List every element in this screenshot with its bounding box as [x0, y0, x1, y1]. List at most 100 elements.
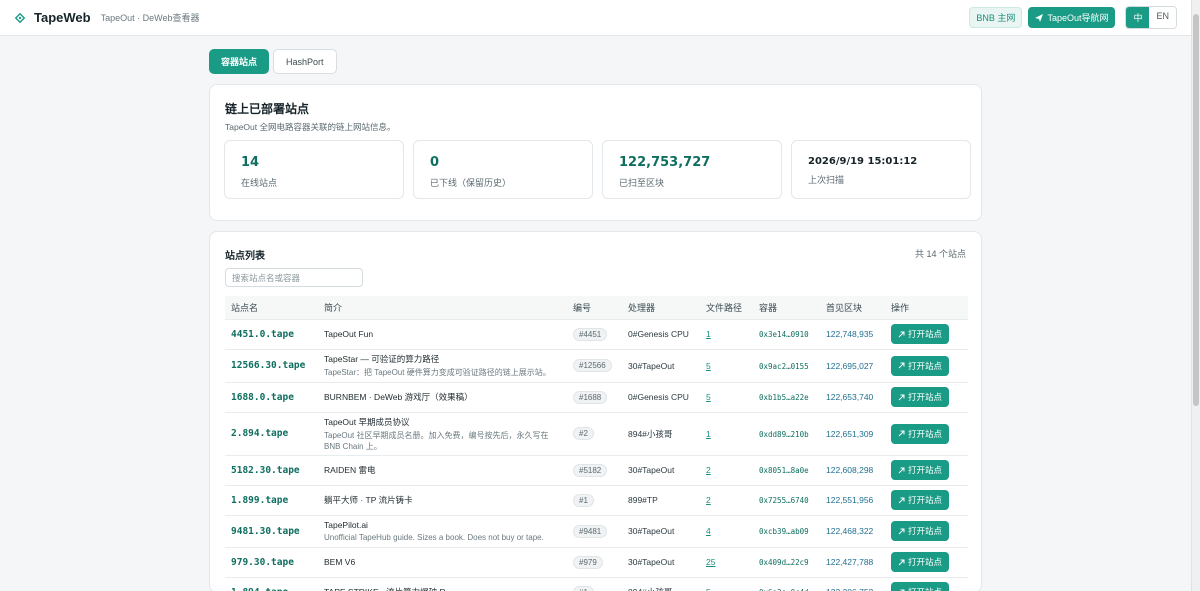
- site-intro-detail: TapeOut 社区早期成员名册。加入免费，编号按先后，永久写在 BNB Cha…: [324, 430, 549, 451]
- summary-title: 链上已部署站点: [225, 102, 310, 116]
- processor: 894#小孩哥: [628, 587, 672, 591]
- table-row: 12566.30.tape TapeStar — 可验证的算力路径 TapeSta…: [225, 348, 968, 382]
- container-address: 0x9ac2…0155: [759, 361, 809, 371]
- lang-zh-button[interactable]: 中: [1126, 7, 1150, 28]
- site-list-title: 站点列表: [225, 251, 265, 262]
- stat-last-scan: 2026/9/19 15:01:12 上次扫描: [791, 140, 971, 199]
- external-link-icon: [898, 362, 905, 369]
- site-number-badge: #1: [573, 493, 594, 507]
- site-intro: TapePilot.ai: [324, 519, 368, 530]
- tab-container-sites[interactable]: 容器站点: [209, 49, 270, 74]
- file-paths-link[interactable]: 5: [706, 392, 711, 402]
- site-number-badge: #979: [573, 555, 603, 569]
- tab-hashport[interactable]: HashPort: [273, 49, 337, 74]
- open-site-button[interactable]: 打开站点: [891, 460, 950, 480]
- file-paths-link[interactable]: 4: [706, 526, 711, 536]
- site-number-badge: #1: [573, 585, 594, 591]
- site-name-link[interactable]: 979.30.tape: [231, 557, 294, 568]
- brand-name: TapeWeb: [34, 10, 91, 25]
- summary-card: 链上已部署站点 TapeOut 全网电路容器关联的链上网站信息。 14 在线站点…: [209, 84, 982, 221]
- file-paths-link[interactable]: 2: [706, 465, 711, 475]
- file-paths-link[interactable]: 5: [706, 587, 711, 591]
- site-intro: BEM V6: [324, 557, 356, 567]
- table-row: 4451.0.tape TapeOut Fun #4451 0#Genesis …: [225, 318, 968, 349]
- site-number-badge: #12566: [573, 359, 612, 372]
- open-site-button[interactable]: 打开站点: [891, 552, 950, 572]
- stat-value: 122,753,727: [619, 155, 711, 170]
- container-address: 0x409d…22c9: [759, 558, 809, 567]
- external-link-icon: [898, 528, 905, 534]
- file-paths-link[interactable]: 25: [706, 557, 715, 567]
- site-number-badge: #9481: [573, 524, 608, 538]
- tab-bar: 容器站点 HashPort: [209, 49, 337, 74]
- column-header: 首见区块: [826, 302, 863, 313]
- column-header: 简介: [324, 302, 343, 313]
- column-header: 处理器: [628, 302, 656, 313]
- column-header: 操作: [891, 302, 910, 313]
- stat-label: 在线站点: [241, 178, 278, 188]
- file-paths-link[interactable]: 1: [706, 429, 711, 439]
- container-address: 0xcb39…ab09: [759, 527, 809, 536]
- site-name-link[interactable]: 1.899.tape: [231, 495, 288, 506]
- open-site-button[interactable]: 打开站点: [891, 355, 950, 376]
- site-intro-detail: Unofficial TapeHub guide. Sizes a book. …: [324, 532, 544, 542]
- open-site-button[interactable]: 打开站点: [891, 521, 950, 541]
- site-name-link[interactable]: 4451.0.tape: [231, 329, 294, 340]
- table-row: 1688.0.tape BURNBEM · DeWeb 游戏厅（效果稿） #16…: [225, 381, 968, 412]
- navigation-site-button[interactable]: TapeOut导航网: [1028, 7, 1116, 28]
- navigation-site-label: TapeOut导航网: [1047, 13, 1109, 23]
- open-site-label: 打开站点: [908, 495, 943, 505]
- site-intro: BURNBEM · DeWeb 游戏厅（效果稿）: [324, 392, 473, 402]
- send-icon: [1035, 13, 1044, 22]
- site-name-link[interactable]: 2.894.tape: [231, 428, 288, 439]
- processor: 899#TP: [628, 495, 658, 505]
- site-name-link[interactable]: 1.894.tape: [231, 587, 288, 591]
- processor: 0#Genesis CPU: [628, 392, 689, 402]
- external-link-icon: [898, 467, 905, 473]
- site-table: 站点名 简介 编号 处理器 文件路径 容器 首见区块 操作 4451.0.tap…: [225, 296, 968, 591]
- site-intro-detail: TapeStar：把 TapeOut 硬件算力变成可验证路径的链上展示站。: [324, 368, 551, 377]
- open-site-button[interactable]: 打开站点: [891, 582, 950, 591]
- processor: 30#TapeOut: [628, 360, 675, 371]
- site-name-link[interactable]: 9481.30.tape: [231, 526, 300, 537]
- open-site-label: 打开站点: [908, 557, 943, 567]
- table-header-row: 站点名 简介 编号 处理器 文件路径 容器 首见区块 操作: [225, 296, 968, 319]
- site-name-link[interactable]: 5182.30.tape: [231, 465, 300, 476]
- first-seen-block: 122,653,740: [826, 392, 874, 402]
- scrollbar-thumb[interactable]: [1193, 14, 1199, 406]
- table-row: 2.894.tape TapeOut 早期成员协议 TapeOut 社区早期成员名…: [225, 411, 968, 455]
- open-site-label: 打开站点: [908, 586, 942, 591]
- first-seen-block: 122,695,027: [826, 360, 874, 371]
- file-paths-link[interactable]: 1: [706, 329, 711, 339]
- site-intro: 躺平大师 · TP 流片铸卡: [324, 495, 413, 505]
- table-row: 1.894.tape TAPE STRIKE · 流片算力爆破 R #1 894…: [225, 576, 968, 591]
- external-link-icon: [898, 497, 905, 503]
- open-site-button[interactable]: 打开站点: [891, 423, 950, 444]
- site-intro: TAPE STRIKE · 流片算力爆破 R: [324, 586, 567, 591]
- file-paths-link[interactable]: 5: [706, 361, 711, 371]
- stat-label: 已下线（保留历史）: [430, 178, 512, 188]
- external-link-icon: [898, 559, 905, 565]
- open-site-button[interactable]: 打开站点: [891, 490, 950, 510]
- column-header: 容器: [759, 302, 778, 313]
- page-scrollbar[interactable]: [1191, 0, 1200, 591]
- processor: 0#Genesis CPU: [628, 329, 689, 339]
- open-site-label: 打开站点: [908, 392, 943, 402]
- stat-label: 已扫至区块: [619, 178, 665, 188]
- site-name-link[interactable]: 12566.30.tape: [231, 360, 305, 371]
- open-site-button[interactable]: 打开站点: [891, 324, 950, 344]
- column-header: 文件路径: [706, 302, 743, 313]
- network-badge[interactable]: BNB 主网: [969, 7, 1023, 28]
- stat-value: 14: [241, 155, 260, 170]
- site-count: 共 14 个站点: [914, 249, 966, 259]
- file-paths-link[interactable]: 2: [706, 495, 711, 505]
- search-input[interactable]: [225, 268, 363, 287]
- container-address: 0x3e14…0910: [759, 330, 809, 339]
- stat-offline-sites: 0 已下线（保留历史）: [413, 140, 593, 199]
- open-site-button[interactable]: 打开站点: [891, 387, 950, 407]
- lang-en-button[interactable]: EN: [1149, 7, 1176, 28]
- container-address: 0xb1b5…a22e: [759, 393, 809, 402]
- site-number-badge: #5182: [573, 463, 608, 477]
- site-name-link[interactable]: 1688.0.tape: [231, 392, 294, 403]
- stat-label: 上次扫描: [808, 175, 845, 185]
